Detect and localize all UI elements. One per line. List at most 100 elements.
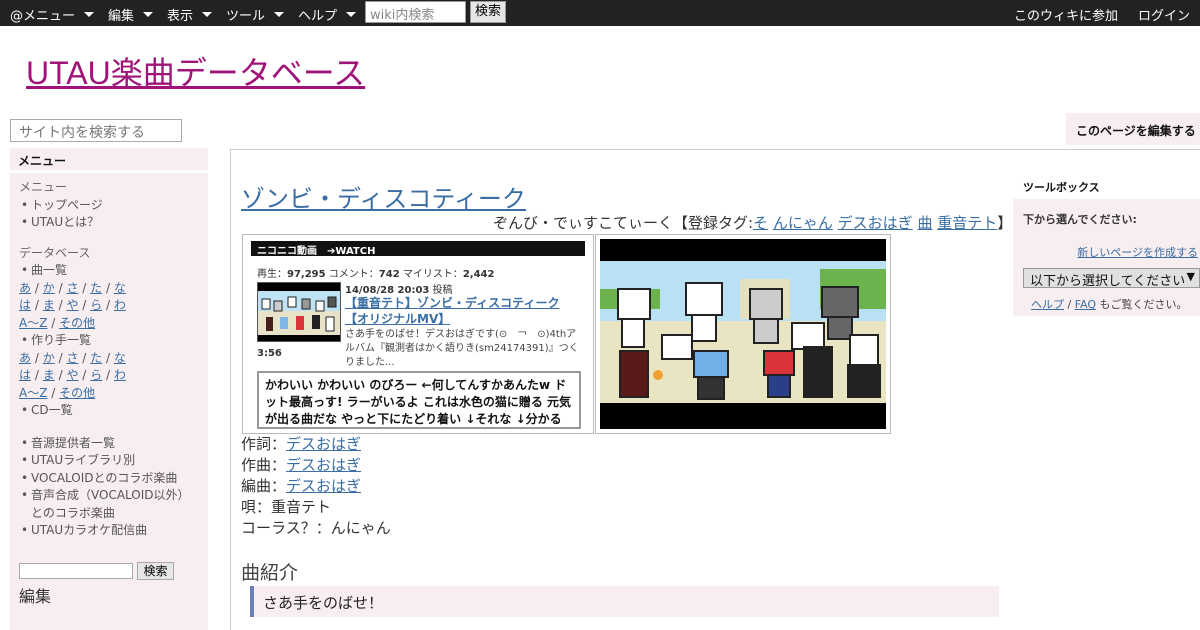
sidebar-section-database: データベース (19, 245, 91, 260)
kana-link[interactable]: あ (19, 351, 31, 365)
tag-link[interactable]: 曲 (917, 214, 932, 232)
sidebar-item-vocaloid-collab[interactable]: VOCALOIDとのコラボ楽曲 (19, 470, 208, 488)
sidebar-item-synth-collab[interactable]: 音声合成（VOCALOID以外）とのコラボ楽曲 (19, 487, 199, 522)
kana-link[interactable]: A～Z (19, 316, 47, 330)
author-kana-index: あ / か / さ / た / な は / ま / や / ら / わ A～Z … (19, 350, 126, 400)
kana-link[interactable]: な (114, 281, 126, 295)
tag-link[interactable]: デスおはぎ (838, 214, 913, 232)
sidebar-item-author-list[interactable]: 作り手一覧 (19, 332, 208, 350)
kana-link[interactable]: ら (90, 368, 102, 382)
sidebar-menu: メニュー トップページ UTAUとは？ データベース 曲一覧 あ / か / さ… (10, 173, 208, 630)
credit-chorus: コーラス？：んにゃん (241, 519, 391, 537)
page-title[interactable]: ゾンビ・ディスコティーク (241, 179, 526, 214)
sidebar-item-karaoke[interactable]: UTAUカラオケ配信曲 (19, 522, 208, 540)
kana-link[interactable]: ま (43, 368, 55, 382)
video-frame[interactable] (600, 239, 886, 429)
chevron-down-icon: ▼ (1186, 270, 1195, 283)
chevron-down-icon (274, 12, 285, 17)
select-value: 以下から選択してください (1030, 274, 1186, 289)
chevron-down-icon (84, 12, 95, 17)
sidebar-edit-heading: 編集 (19, 586, 52, 606)
kana-link[interactable]: その他 (59, 386, 95, 400)
kana-link[interactable]: や (66, 298, 78, 312)
kana-link[interactable]: A～Z (19, 386, 47, 400)
video-title-link[interactable]: 【重音テト】ゾンビ・ディスコティーク【オリジナルMV】 (345, 295, 575, 327)
kana-link[interactable]: か (43, 351, 55, 365)
chevron-down-icon (143, 12, 154, 17)
chevron-down-icon (202, 12, 213, 17)
edit-page-button[interactable]: このページを編集する (1066, 113, 1200, 145)
menu-view[interactable]: 表示 (167, 5, 213, 24)
menu-label: ヘルプ (298, 9, 338, 24)
faq-link[interactable]: FAQ (1075, 298, 1096, 311)
chevron-down-icon (346, 12, 357, 17)
login-link[interactable]: ログイン (1138, 5, 1190, 24)
tag-link[interactable]: 重音テト (937, 214, 997, 232)
sidebar-item-utau-library[interactable]: UTAUライブラリ別 (19, 452, 208, 470)
video-stats: 再生：97,295 コメント：742 マイリスト：2,442 (257, 265, 494, 280)
sidebar-menu-heading: メニュー (10, 148, 208, 170)
credit-label: 作曲： (241, 456, 287, 474)
stat-label: コメント： (328, 269, 379, 280)
credit-label: 編曲： (241, 477, 287, 495)
menu-atmenu[interactable]: @メニュー (10, 5, 95, 24)
menu-label: ツール (226, 9, 266, 24)
niconico-embed-widget[interactable]: ニコニコ動画 ➔WATCH 再生：97,295 コメント：742 マイリスト：2… (242, 234, 594, 434)
song-intro-heading: 曲紹介 (241, 562, 299, 584)
site-title[interactable]: UTAU楽曲データベース (26, 48, 365, 94)
menu-tools[interactable]: ツール (226, 5, 285, 24)
kana-link[interactable]: その他 (59, 316, 95, 330)
create-page-link[interactable]: 新しいページを作成する (1077, 244, 1198, 260)
menu-edit[interactable]: 編集 (108, 5, 154, 24)
sidebar-search: 検索 (19, 561, 208, 580)
help-link[interactable]: ヘルプ (1031, 298, 1064, 311)
video-comments: かわいい かわいい のびろー ←何してんすかあんたw ドット最高っす! ラーがい… (257, 371, 581, 429)
sidebar-item-song-list[interactable]: 曲一覧 (19, 262, 208, 280)
credit-lyrics: 作詞：デスおはぎ (241, 434, 391, 455)
sidebar-item-top[interactable]: トップページ (19, 197, 208, 215)
menu-label: 表示 (167, 9, 194, 24)
kana-link[interactable]: あ (19, 281, 31, 295)
sidebar-item-about[interactable]: UTAUとは？ (19, 214, 208, 232)
kana-link[interactable]: た (90, 281, 102, 295)
song-credits: 作詞：デスおはぎ 作曲：デスおはぎ 編曲：デスおはぎ 唄：重音テト コーラス？：… (241, 434, 391, 539)
song-intro-quote: さあ手をのばせ！ (250, 586, 999, 617)
lyricist-link[interactable]: デスおはぎ (286, 435, 361, 453)
wiki-search-button[interactable]: 検索 (470, 1, 506, 23)
reading-suffix: 】 (997, 214, 1013, 232)
reading-text: ぞんび・でぃすこてぃーく【登録タグ: (493, 214, 754, 232)
kana-link[interactable]: わ (114, 298, 126, 312)
top-navigation-bar: @メニュー 編集 表示 ツール ヘルプ wiki内検索 検索 このウィキに参加 … (0, 0, 1200, 26)
kana-link[interactable]: ら (90, 298, 102, 312)
video-player[interactable] (595, 234, 891, 434)
toolbox-select[interactable]: 以下から選択してください ▼ (1023, 268, 1200, 289)
sidebar-item-cd-list[interactable]: CD一覧 (19, 402, 208, 420)
toolbox-heading: ツールボックス (1013, 174, 1200, 196)
menu-label: 編集 (108, 9, 135, 24)
kana-link[interactable]: な (114, 351, 126, 365)
posted-date: 14/08/28 20:03 投稿 (345, 281, 453, 296)
kana-link[interactable]: わ (114, 368, 126, 382)
niconico-brand-bar: ニコニコ動画 ➔WATCH (251, 241, 585, 257)
kana-link[interactable]: た (90, 351, 102, 365)
kana-link[interactable]: や (66, 368, 78, 382)
kana-link[interactable]: さ (66, 281, 78, 295)
wiki-search-input[interactable]: wiki内検索 (365, 1, 466, 23)
site-search-input[interactable]: サイト内を検索する (10, 119, 182, 142)
composer-link[interactable]: デスおはぎ (286, 456, 361, 474)
sidebar-search-input[interactable] (19, 562, 133, 579)
kana-link[interactable]: は (19, 368, 31, 382)
tag-link[interactable]: んにゃん (773, 214, 833, 232)
kana-link[interactable]: さ (66, 351, 78, 365)
tag-link[interactable]: そ (753, 214, 768, 232)
sidebar-search-button[interactable]: 検索 (137, 561, 174, 580)
video-thumbnail[interactable] (257, 282, 341, 342)
join-wiki-link[interactable]: このウィキに参加 (1014, 5, 1118, 24)
menu-help[interactable]: ヘルプ (298, 5, 357, 24)
sidebar-item-providers[interactable]: 音源提供者一覧 (19, 435, 208, 453)
kana-link[interactable]: か (43, 281, 55, 295)
kana-link[interactable]: は (19, 298, 31, 312)
kana-link[interactable]: ま (43, 298, 55, 312)
play-count: 97,295 (287, 269, 326, 280)
arranger-link[interactable]: デスおはぎ (286, 477, 361, 495)
